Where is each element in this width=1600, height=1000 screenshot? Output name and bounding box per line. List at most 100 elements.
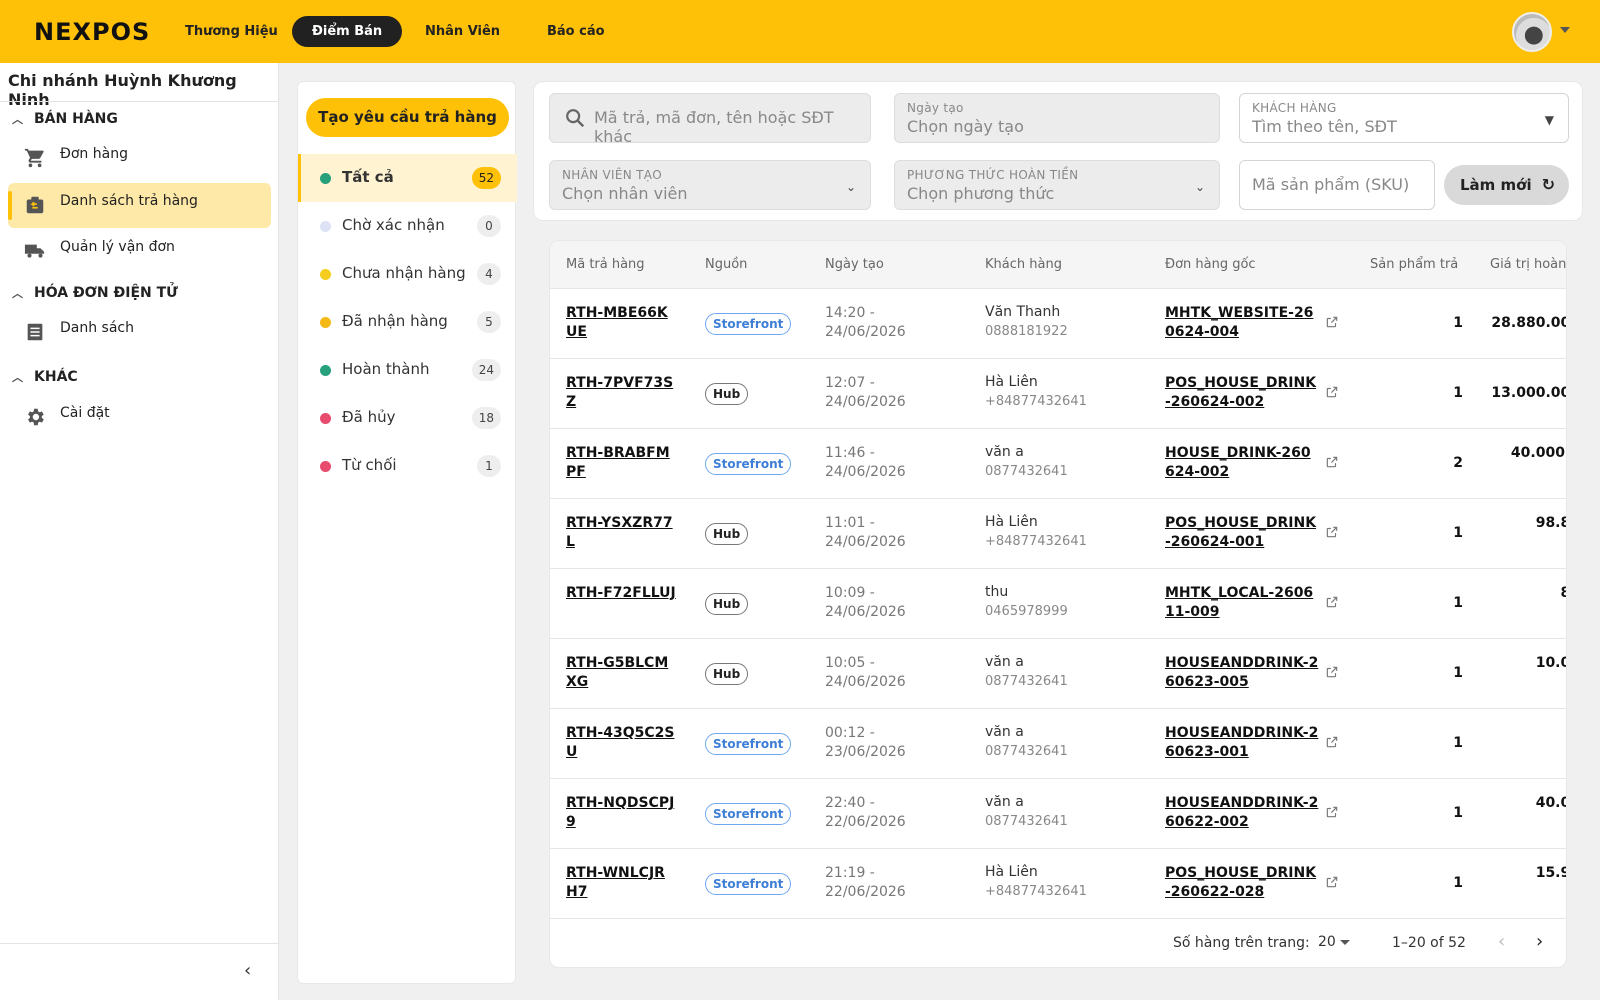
return-code-link[interactable]: RTH-G5BLCMXG bbox=[566, 654, 676, 692]
column-header[interactable]: Mã trả hàng bbox=[566, 257, 645, 272]
section-other-header[interactable]: ︿ KHÁC bbox=[12, 369, 78, 385]
return-code-link[interactable]: RTH-YSXZR77L bbox=[566, 514, 676, 552]
external-link-icon[interactable] bbox=[1325, 875, 1339, 889]
status-completed[interactable]: Hoàn thành 24 bbox=[298, 346, 517, 394]
nav-brand[interactable]: Thương Hiệu bbox=[165, 16, 298, 47]
external-link-icon[interactable] bbox=[1325, 525, 1339, 539]
origin-order-link[interactable]: HOUSE_DRINK-260624-002 bbox=[1165, 444, 1320, 482]
return-qty: 1 bbox=[1453, 595, 1463, 611]
source-badge: Storefront bbox=[705, 453, 792, 475]
customer: văn a 0877432641 bbox=[985, 653, 1068, 691]
created-date: 10:09 - 24/06/2026 bbox=[825, 585, 906, 620]
refund-method-select[interactable]: PHƯƠNG THỨC HOÀN TIỀN Chọn phương thức ⌄ bbox=[894, 160, 1220, 210]
return-code-link[interactable]: RTH-MBE66KUE bbox=[566, 304, 676, 342]
origin-order-link[interactable]: POS_HOUSE_DRINK-260622-028 bbox=[1165, 864, 1320, 902]
origin-order-link[interactable]: POS_HOUSE_DRINK-260624-001 bbox=[1165, 514, 1320, 552]
staff-placeholder: Chọn nhân viên bbox=[562, 184, 688, 203]
sidebar-item-label: Quản lý vận đơn bbox=[60, 239, 175, 255]
chevron-down-icon: ⌄ bbox=[845, 180, 856, 194]
table-row[interactable]: RTH-NQDSCPJ9 Storefront 22:40 - 22/06/2026… bbox=[550, 779, 1566, 849]
column-header[interactable]: Đơn hàng gốc bbox=[1165, 257, 1256, 272]
status-not-received[interactable]: Chưa nhận hàng 4 bbox=[298, 250, 517, 298]
rows-per-page-select[interactable]: 20 bbox=[1318, 934, 1336, 950]
return-code-link[interactable]: RTH-7PVF73SZ bbox=[566, 374, 676, 412]
column-header[interactable]: Giá trị hoàn bbox=[1490, 257, 1566, 272]
next-page-icon[interactable]: › bbox=[1536, 931, 1543, 952]
customer-phone: 0877432641 bbox=[985, 744, 1068, 759]
search-input[interactable]: Mã trả, mã đơn, tên hoặc SĐT khác bbox=[549, 93, 871, 146]
table-row[interactable]: RTH-G5BLCMXG Hub 10:05 - 24/06/2026 văn a 08… bbox=[550, 639, 1566, 709]
return-code-link[interactable]: RTH-F72FLLUJ bbox=[566, 584, 676, 603]
sku-input[interactable]: Mã sản phẩm (SKU) bbox=[1239, 160, 1435, 210]
origin-order-link[interactable]: HOUSEANDDRINK-260623-005 bbox=[1165, 654, 1320, 692]
column-header[interactable]: Khách hàng bbox=[985, 257, 1062, 272]
status-all[interactable]: Tất cả 52 bbox=[298, 154, 517, 202]
status-received[interactable]: Đã nhận hàng 5 bbox=[298, 298, 517, 346]
external-link-icon[interactable] bbox=[1325, 805, 1339, 819]
customer-select[interactable]: KHÁCH HÀNG Tìm theo tên, SĐT ▼ bbox=[1239, 93, 1569, 143]
section-einvoice-header[interactable]: ︿ HÓA ĐƠN ĐIỆN TỬ bbox=[12, 285, 178, 301]
created-date: 12:07 - 24/06/2026 bbox=[825, 375, 906, 410]
created-date: 11:01 - 24/06/2026 bbox=[825, 515, 906, 550]
logo[interactable]: NEXPOS bbox=[34, 18, 150, 46]
origin-order-link[interactable]: POS_HOUSE_DRINK-260624-002 bbox=[1165, 374, 1320, 412]
origin-order-link[interactable]: MHTK_LOCAL-260611-009 bbox=[1165, 584, 1320, 622]
sidebar-item-returns[interactable]: Danh sách trả hàng bbox=[8, 183, 271, 228]
table-row[interactable]: RTH-YSXZR77L Hub 11:01 - 24/06/2026 Hà Liên… bbox=[550, 499, 1566, 569]
sidebar-item-invoice-list[interactable]: Danh sách bbox=[8, 310, 271, 355]
external-link-icon[interactable] bbox=[1325, 455, 1339, 469]
return-code-link[interactable]: RTH-NQDSCPJ9 bbox=[566, 794, 676, 832]
return-code-link[interactable]: RTH-WNLCJRH7 bbox=[566, 864, 676, 902]
nav-staff[interactable]: Nhân Viên bbox=[405, 16, 520, 47]
status-label: Đã hủy bbox=[342, 408, 396, 426]
collapse-sidebar-icon[interactable]: ‹ bbox=[244, 960, 251, 981]
create-return-button[interactable]: Tạo yêu cầu trả hàng bbox=[306, 98, 509, 137]
status-pending[interactable]: Chờ xác nhận 0 bbox=[298, 202, 517, 250]
return-code-link[interactable]: RTH-43Q5C2SU bbox=[566, 724, 676, 762]
status-rejected[interactable]: Từ chối 1 bbox=[298, 442, 517, 490]
divider bbox=[0, 943, 279, 944]
staff-select[interactable]: NHÂN VIÊN TẠO Chọn nhân viên ⌄ bbox=[549, 160, 871, 210]
table-row[interactable]: RTH-WNLCJRH7 Storefront 21:19 - 22/06/2026… bbox=[550, 849, 1566, 919]
nav-outlet[interactable]: Điểm Bán bbox=[292, 16, 403, 47]
avatar[interactable] bbox=[1512, 12, 1552, 52]
caret-down-icon[interactable] bbox=[1560, 27, 1570, 33]
source-badge: Hub bbox=[705, 593, 749, 615]
section-title: KHÁC bbox=[34, 369, 78, 385]
origin-order-link[interactable]: MHTK_WEBSITE-260624-004 bbox=[1165, 304, 1320, 342]
external-link-icon[interactable] bbox=[1325, 735, 1339, 749]
section-sales-header[interactable]: ︿ BÁN HÀNG bbox=[12, 111, 118, 127]
table-row[interactable]: RTH-F72FLLUJ Hub 10:09 - 24/06/2026 thu 0465… bbox=[550, 569, 1566, 639]
external-link-icon[interactable] bbox=[1325, 665, 1339, 679]
column-header[interactable]: Nguồn bbox=[705, 257, 747, 272]
refresh-button[interactable]: Làm mới ↻ bbox=[1444, 165, 1569, 205]
status-count: 4 bbox=[477, 263, 501, 285]
origin-order-link[interactable]: HOUSEANDDRINK-260623-001 bbox=[1165, 724, 1320, 762]
status-cancelled[interactable]: Đã hủy 18 bbox=[298, 394, 517, 442]
sidebar-item-shipments[interactable]: Quản lý vận đơn bbox=[8, 229, 271, 274]
section-title: BÁN HÀNG bbox=[34, 111, 118, 127]
status-label: Từ chối bbox=[342, 456, 397, 474]
table-row[interactable]: RTH-BRABFMPF Storefront 11:46 - 24/06/2026… bbox=[550, 429, 1566, 499]
prev-page-icon[interactable]: ‹ bbox=[1498, 931, 1505, 952]
external-link-icon[interactable] bbox=[1325, 315, 1339, 329]
table-row[interactable]: RTH-43Q5C2SU Storefront 00:12 - 23/06/2026… bbox=[550, 709, 1566, 779]
customer-name: Hà Liên bbox=[985, 514, 1038, 530]
nav-reports[interactable]: Báo cáo bbox=[527, 16, 625, 47]
return-code-link[interactable]: RTH-BRABFMPF bbox=[566, 444, 676, 482]
pagination: Số hàng trên trang: 20 1–20 of 52 ‹ › bbox=[550, 921, 1566, 967]
table-row[interactable]: RTH-MBE66KUE Storefront 14:20 - 24/06/2026… bbox=[550, 289, 1566, 359]
external-link-icon[interactable] bbox=[1325, 385, 1339, 399]
created-date-field[interactable]: Ngày tạo Chọn ngày tạo bbox=[894, 93, 1220, 143]
origin-order-link[interactable]: HOUSEANDDRINK-260622-002 bbox=[1165, 794, 1320, 832]
sidebar-item-orders[interactable]: Đơn hàng bbox=[8, 136, 271, 181]
customer-label: KHÁCH HÀNG bbox=[1252, 101, 1337, 115]
column-header[interactable]: Sản phẩm trả bbox=[1370, 257, 1458, 272]
refund-value: 28.880.000 bbox=[1491, 315, 1566, 331]
table-row[interactable]: RTH-7PVF73SZ Hub 12:07 - 24/06/2026 Hà Liên… bbox=[550, 359, 1566, 429]
sidebar-item-settings[interactable]: Cài đặt bbox=[8, 395, 271, 440]
customer: văn a 0877432641 bbox=[985, 443, 1068, 481]
caret-down-icon[interactable] bbox=[1340, 940, 1350, 945]
external-link-icon[interactable] bbox=[1325, 595, 1339, 609]
column-header[interactable]: Ngày tạo bbox=[825, 257, 884, 272]
